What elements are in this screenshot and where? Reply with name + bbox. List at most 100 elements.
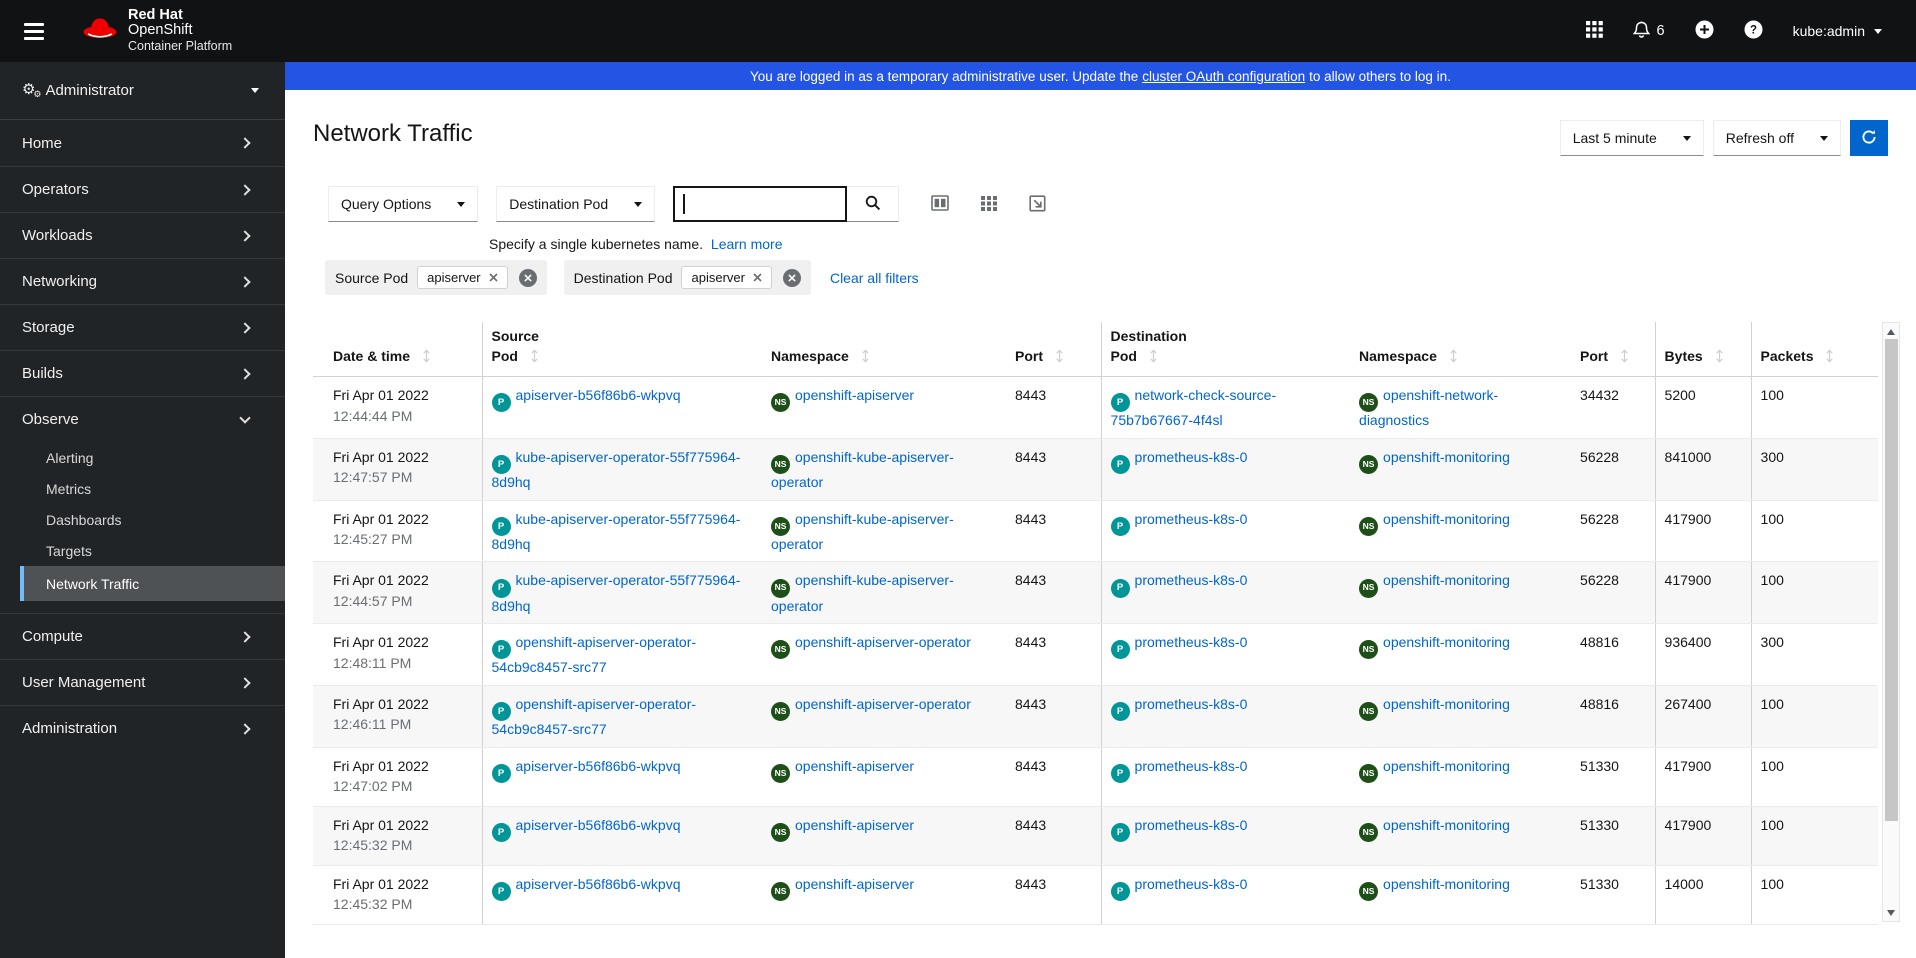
source-pod-link[interactable]: kube-apiserver-operator-55f775964-8d9hq [492, 449, 741, 490]
sidebar-item-dashboards[interactable]: Dashboards [0, 504, 285, 535]
sidebar-item-home[interactable]: Home [0, 120, 285, 166]
refresh-button[interactable] [1850, 120, 1888, 156]
clear-all-filters-link[interactable]: Clear all filters [830, 270, 919, 286]
destination-namespace-link[interactable]: openshift-monitoring [1383, 511, 1510, 527]
destination-pod-link[interactable]: network-check-source-75b7b67667-4f4sl [1111, 387, 1277, 428]
filter-type-dropdown[interactable]: Destination Pod [496, 186, 656, 222]
sidebar-item-network-traffic[interactable]: Network Traffic [20, 566, 285, 601]
source-pod-link[interactable]: apiserver-b56f86b6-wkpvq [516, 817, 681, 833]
sidebar-item-storage[interactable]: Storage [0, 304, 285, 350]
scroll-up-arrow[interactable] [1883, 324, 1899, 339]
source-namespace-link[interactable]: openshift-kube-apiserver-operator [771, 511, 954, 552]
destination-pod-link[interactable]: prometheus-k8s-0 [1135, 572, 1248, 588]
export-button[interactable] [1029, 195, 1046, 215]
help-button[interactable]: ? [1744, 20, 1763, 42]
source-namespace-link[interactable]: openshift-apiserver-operator [795, 634, 971, 650]
col-header-date[interactable]: Date & time [313, 322, 482, 377]
filter-chip-destination-pod[interactable]: apiserver [681, 266, 772, 289]
destination-pod-cell: Pprometheus-k8s-0 [1100, 747, 1351, 807]
source-namespace-link[interactable]: openshift-apiserver [795, 817, 914, 833]
sort-icon[interactable] [1619, 349, 1630, 363]
manage-columns-button[interactable] [931, 195, 949, 214]
vertical-scrollbar[interactable] [1882, 322, 1900, 922]
user-menu-button[interactable]: kube:admin [1793, 23, 1882, 39]
add-button[interactable] [1695, 20, 1714, 42]
destination-namespace-link[interactable]: openshift-monitoring [1383, 696, 1510, 712]
destination-namespace-link[interactable]: openshift-monitoring [1383, 572, 1510, 588]
destination-pod-link[interactable]: prometheus-k8s-0 [1135, 449, 1248, 465]
sidebar-item-observe[interactable]: Observe [0, 396, 285, 442]
sidebar-item-targets[interactable]: Targets [0, 535, 285, 566]
source-pod-link[interactable]: apiserver-b56f86b6-wkpvq [516, 876, 681, 892]
source-pod-link[interactable]: apiserver-b56f86b6-wkpvq [516, 387, 681, 403]
destination-namespace-link[interactable]: openshift-monitoring [1383, 876, 1510, 892]
sidebar-item-alerting[interactable]: Alerting [0, 442, 285, 473]
time-range-select[interactable]: Last 5 minute [1559, 120, 1704, 156]
search-button[interactable] [847, 186, 900, 222]
sidebar-item-operators[interactable]: Operators [0, 166, 285, 212]
sort-icon[interactable] [1148, 349, 1159, 363]
source-namespace-link[interactable]: openshift-apiserver [795, 876, 914, 892]
filter-chip-source-pod[interactable]: apiserver [417, 266, 508, 289]
destination-pod-link[interactable]: prometheus-k8s-0 [1135, 634, 1248, 650]
destination-namespace-link[interactable]: openshift-monitoring [1383, 758, 1510, 774]
sidebar-item-compute[interactable]: Compute [0, 613, 285, 659]
source-pod-link[interactable]: openshift-apiserver-operator-54cb9c8457-… [492, 634, 697, 675]
sidebar-item-user-management[interactable]: User Management [0, 659, 285, 705]
source-namespace-link[interactable]: openshift-apiserver [795, 387, 914, 403]
source-namespace-link[interactable]: openshift-apiserver [795, 758, 914, 774]
sort-icon[interactable] [860, 349, 871, 363]
query-options-dropdown[interactable]: Query Options [328, 186, 479, 222]
sort-icon[interactable] [1054, 349, 1065, 363]
col-header-source-namespace[interactable]: Namespace [762, 348, 1006, 377]
destination-pod-link[interactable]: prometheus-k8s-0 [1135, 876, 1248, 892]
oauth-config-link[interactable]: cluster OAuth configuration [1142, 69, 1305, 84]
sidebar-item-builds[interactable]: Builds [0, 350, 285, 396]
source-namespace-link[interactable]: openshift-apiserver-operator [795, 696, 971, 712]
display-options-button[interactable] [981, 195, 998, 214]
source-pod-link[interactable]: kube-apiserver-operator-55f775964-8d9hq [492, 572, 741, 613]
remove-filter-group-button[interactable] [782, 268, 801, 287]
destination-namespace-link[interactable]: openshift-monitoring [1383, 634, 1510, 650]
destination-namespace-link[interactable]: openshift-monitoring [1383, 449, 1510, 465]
sidebar-item-workloads[interactable]: Workloads [0, 212, 285, 258]
sidebar-item-networking[interactable]: Networking [0, 258, 285, 304]
col-header-packets[interactable]: Packets [1750, 322, 1879, 377]
destination-pod-link[interactable]: prometheus-k8s-0 [1135, 817, 1248, 833]
remove-chip-icon[interactable] [489, 273, 498, 282]
sidebar-item-metrics[interactable]: Metrics [0, 473, 285, 504]
col-header-destination-port[interactable]: Port [1571, 348, 1656, 377]
col-header-destination-pod[interactable]: Pod [1100, 348, 1351, 377]
perspective-switcher[interactable]: ⚙ ⚙ Administrator [0, 62, 285, 120]
source-pod-link[interactable]: kube-apiserver-operator-55f775964-8d9hq [492, 511, 741, 552]
col-header-source-port[interactable]: Port [1006, 348, 1102, 377]
col-header-destination-namespace[interactable]: Namespace [1350, 348, 1572, 377]
refresh-interval-select[interactable]: Refresh off [1712, 120, 1841, 156]
filter-search-input[interactable] [673, 186, 848, 222]
col-header-bytes[interactable]: Bytes [1654, 322, 1752, 377]
scrollbar-thumb[interactable] [1884, 339, 1898, 821]
remove-chip-icon[interactable] [753, 273, 762, 282]
destination-pod-link[interactable]: prometheus-k8s-0 [1135, 696, 1248, 712]
sort-icon[interactable] [1448, 349, 1459, 363]
destination-namespace-link[interactable]: openshift-network-diagnostics [1359, 387, 1498, 428]
learn-more-link[interactable]: Learn more [711, 236, 783, 252]
source-namespace-link[interactable]: openshift-kube-apiserver-operator [771, 449, 954, 490]
destination-namespace-link[interactable]: openshift-monitoring [1383, 817, 1510, 833]
source-pod-link[interactable]: openshift-apiserver-operator-54cb9c8457-… [492, 696, 697, 737]
destination-pod-link[interactable]: prometheus-k8s-0 [1135, 511, 1248, 527]
sidebar-item-administration[interactable]: Administration [0, 705, 285, 751]
col-header-source-pod[interactable]: Pod [481, 348, 762, 377]
sort-icon[interactable] [421, 349, 432, 363]
sort-icon[interactable] [1824, 349, 1835, 363]
scroll-down-arrow[interactable] [1883, 905, 1899, 920]
source-namespace-link[interactable]: openshift-kube-apiserver-operator [771, 572, 954, 613]
source-pod-link[interactable]: apiserver-b56f86b6-wkpvq [516, 758, 681, 774]
destination-pod-link[interactable]: prometheus-k8s-0 [1135, 758, 1248, 774]
app-launcher-button[interactable] [1585, 21, 1603, 41]
notifications-button[interactable]: 6 [1632, 21, 1665, 42]
nav-toggle-button[interactable] [18, 17, 50, 46]
remove-filter-group-button[interactable] [518, 268, 537, 287]
sort-icon[interactable] [1714, 349, 1725, 363]
sort-icon[interactable] [529, 349, 540, 363]
